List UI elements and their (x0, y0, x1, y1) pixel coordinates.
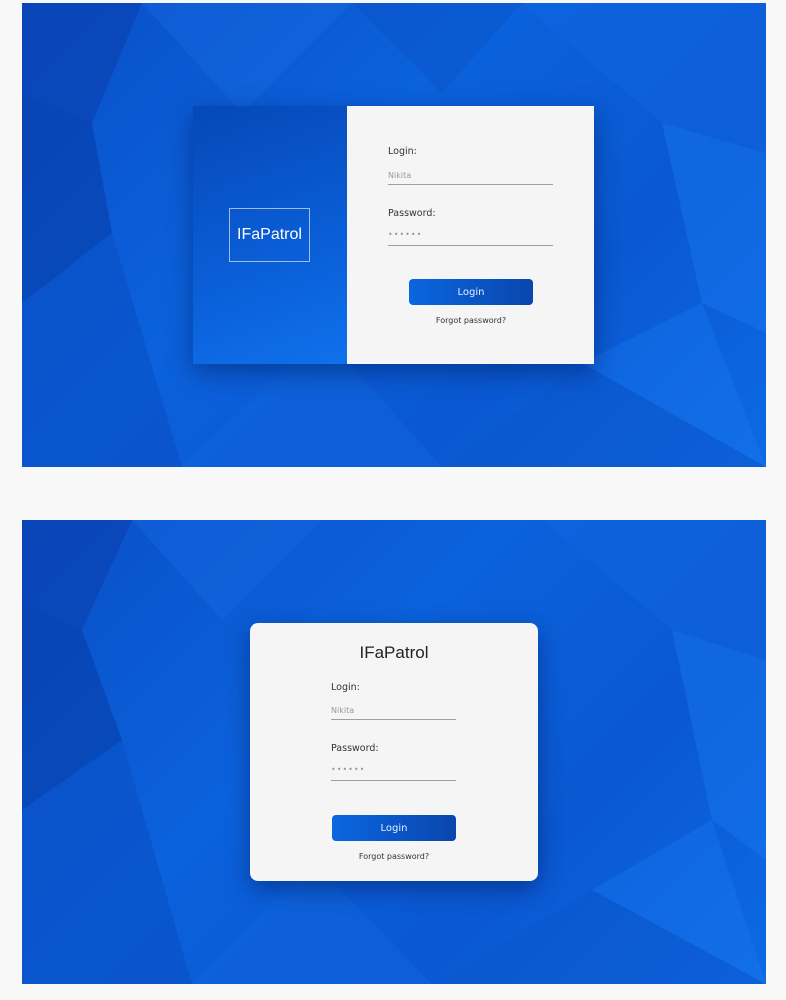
login-button[interactable]: Login (332, 815, 456, 841)
login-input[interactable] (331, 704, 456, 720)
split-login-mockup: IFaPatrol Login: Password: •••••• Login … (22, 3, 766, 467)
login-button[interactable]: Login (409, 279, 533, 305)
password-input[interactable]: •••••• (331, 765, 456, 781)
centered-login-mockup: IFaPatrol Login: Password: •••••• Login … (22, 520, 766, 984)
password-label: Password: (388, 208, 436, 219)
password-input[interactable]: •••••• (388, 230, 553, 246)
login-label: Login: (388, 146, 417, 157)
brand-side-panel: IFaPatrol (193, 106, 347, 364)
app-title: IFaPatrol (359, 643, 429, 662)
password-label: Password: (331, 743, 379, 754)
app-logo: IFaPatrol (229, 208, 310, 262)
login-input[interactable] (388, 169, 553, 185)
login-label: Login: (331, 682, 360, 693)
login-card: IFaPatrol Login: Password: •••••• Login … (193, 106, 594, 364)
login-card: IFaPatrol Login: Password: •••••• Login … (250, 623, 538, 881)
forgot-password-link[interactable]: Forgot password? (332, 852, 456, 861)
forgot-password-link[interactable]: Forgot password? (409, 316, 533, 325)
